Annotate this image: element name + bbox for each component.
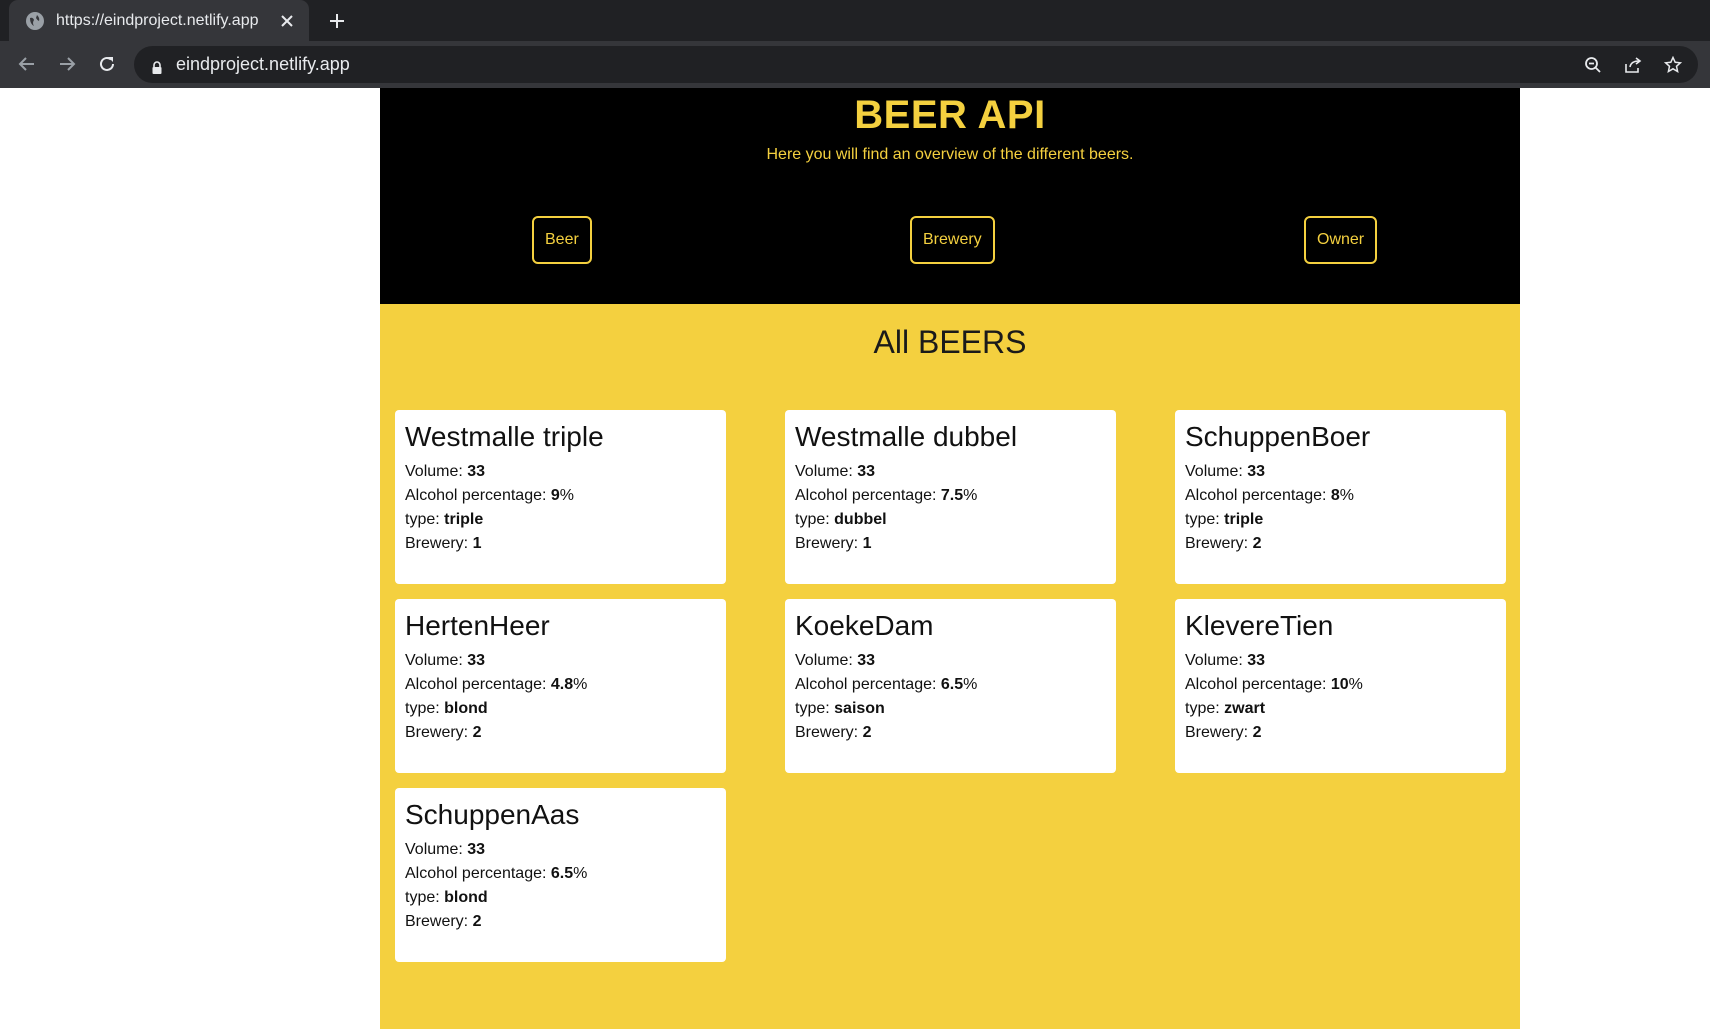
page-content: BEER API Here you will find an overview … xyxy=(380,88,1520,1029)
address-bar[interactable]: eindproject.netlify.app xyxy=(134,46,1698,83)
browser-tabstrip: https://eindproject.netlify.app xyxy=(0,0,1710,41)
beer-brewery: Brewery: 2 xyxy=(405,724,482,741)
beer-brewery: Brewery: 2 xyxy=(795,724,872,741)
beer-name: HertenHeer xyxy=(405,610,550,641)
section-title: All BEERS xyxy=(873,324,1027,360)
owner-button[interactable]: Owner xyxy=(1304,216,1378,264)
beer-type: type: saison xyxy=(795,700,885,717)
close-icon[interactable] xyxy=(273,7,301,35)
beer-volume: Volume: 33 xyxy=(1185,463,1266,480)
beer-alcohol: Alcohol percentage: 6.5% xyxy=(795,676,978,693)
beer-brewery: Brewery: 2 xyxy=(1185,724,1262,741)
beer-type: type: dubbel xyxy=(795,511,887,528)
beer-type: type: blond xyxy=(405,889,488,906)
beer-name: SchuppenBoer xyxy=(1185,421,1371,452)
beers-section: All BEERS Westmalle triple Volume: 33 Al… xyxy=(380,304,1520,1029)
globe-icon xyxy=(26,11,44,30)
beer-volume: Volume: 33 xyxy=(1185,652,1266,669)
beer-name: KoekeDam xyxy=(795,610,934,641)
lock-icon xyxy=(152,58,162,74)
beer-brewery: Brewery: 2 xyxy=(405,913,482,930)
beer-name: Westmalle dubbel xyxy=(795,421,1018,452)
beer-brewery: Brewery: 1 xyxy=(405,535,482,552)
brewery-button[interactable]: Brewery xyxy=(910,216,995,264)
beer-alcohol: Alcohol percentage: 7.5% xyxy=(795,487,978,504)
beer-type: type: blond xyxy=(405,700,488,717)
arrow-right-icon[interactable] xyxy=(52,49,82,79)
beer-card: SchuppenAas Volume: 33 Alcohol percentag… xyxy=(395,788,726,962)
beer-card: HertenHeer Volume: 33 Alcohol percentage… xyxy=(395,599,726,773)
beer-volume: Volume: 33 xyxy=(405,841,486,858)
beer-volume: Volume: 33 xyxy=(405,463,486,480)
plus-icon[interactable] xyxy=(322,6,352,36)
beer-brewery: Brewery: 1 xyxy=(795,535,872,552)
browser-tab[interactable]: https://eindproject.netlify.app xyxy=(9,0,309,41)
beer-name: KlevereTien xyxy=(1185,610,1334,641)
site-subtitle: Here you will find an overview of the di… xyxy=(766,146,1134,163)
beer-type: type: triple xyxy=(1185,511,1264,528)
beer-type: type: triple xyxy=(405,511,484,528)
beer-volume: Volume: 33 xyxy=(795,652,876,669)
browser-toolbar: eindproject.netlify.app xyxy=(0,41,1710,88)
beer-name: SchuppenAas xyxy=(405,799,580,830)
beer-card: KoekeDam Volume: 33 Alcohol percentage: … xyxy=(785,599,1116,773)
beer-volume: Volume: 33 xyxy=(795,463,876,480)
beer-alcohol: Alcohol percentage: 10% xyxy=(1185,676,1363,693)
tab-title: https://eindproject.netlify.app xyxy=(56,11,259,29)
zoom-out-icon[interactable] xyxy=(1578,50,1608,80)
reload-icon[interactable] xyxy=(92,49,122,79)
url-text: eindproject.netlify.app xyxy=(176,54,350,74)
beer-card: Westmalle triple Volume: 33 Alcohol perc… xyxy=(395,410,726,584)
beer-alcohol: Alcohol percentage: 8% xyxy=(1185,487,1355,504)
beer-alcohol: Alcohol percentage: 9% xyxy=(405,487,575,504)
beer-button[interactable]: Beer xyxy=(532,216,592,264)
star-icon[interactable] xyxy=(1658,50,1688,80)
beer-card: Westmalle dubbel Volume: 33 Alcohol perc… xyxy=(785,410,1116,584)
site-title: BEER API xyxy=(854,93,1046,137)
beer-brewery: Brewery: 2 xyxy=(1185,535,1262,552)
beer-card: KlevereTien Volume: 33 Alcohol percentag… xyxy=(1175,599,1506,773)
site-header: BEER API Here you will find an overview … xyxy=(380,88,1520,304)
beer-volume: Volume: 33 xyxy=(405,652,486,669)
beer-card: SchuppenBoer Volume: 33 Alcohol percenta… xyxy=(1175,410,1506,584)
share-icon[interactable] xyxy=(1618,50,1648,80)
arrow-left-icon[interactable] xyxy=(12,49,42,79)
beer-type: type: zwart xyxy=(1185,700,1266,717)
beer-name: Westmalle triple xyxy=(405,421,604,452)
beer-alcohol: Alcohol percentage: 4.8% xyxy=(405,676,588,693)
beer-alcohol: Alcohol percentage: 6.5% xyxy=(405,865,588,882)
